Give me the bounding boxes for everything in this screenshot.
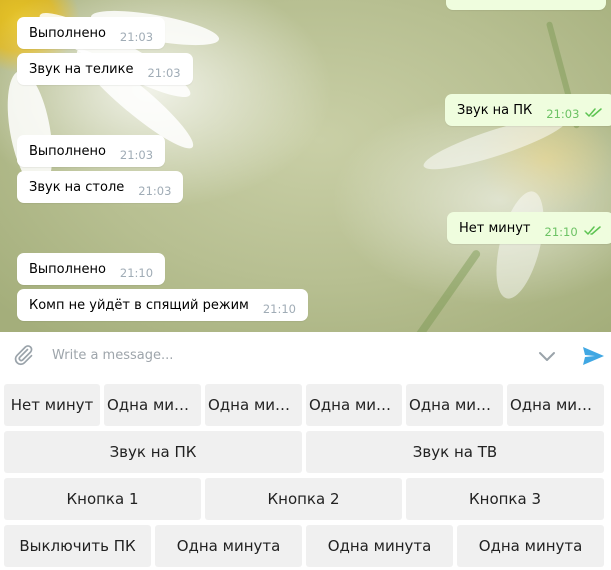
wallpaper-petal bbox=[487, 186, 553, 304]
keyboard-button[interactable]: Нет минут bbox=[4, 384, 100, 426]
message-bubble-outgoing[interactable]: Звук на ПК 21:03 bbox=[445, 94, 611, 126]
message-time: 21:03 bbox=[147, 66, 181, 80]
message-bubble-incoming[interactable]: Звук на телике 21:03 bbox=[17, 53, 193, 85]
message-bubble-incoming[interactable]: Выполнено 21:03 bbox=[17, 17, 166, 49]
keyboard-button-label: Звук на ПК bbox=[109, 443, 197, 461]
keyboard-button-label: Одна минута bbox=[208, 396, 302, 414]
keyboard-button-label: Выключить ПК bbox=[19, 537, 136, 555]
message-bubble-outgoing-partial bbox=[446, 0, 606, 10]
chevron-down-icon[interactable] bbox=[536, 345, 558, 367]
message-bubble-incoming[interactable]: Комп не уйдёт в спящий режим 21:10 bbox=[17, 289, 308, 321]
message-text: Выполнено bbox=[29, 25, 106, 41]
message-time: 21:03 bbox=[546, 107, 580, 121]
keyboard-button-label: Одна минута bbox=[478, 537, 583, 555]
message-text: Выполнено bbox=[29, 261, 106, 277]
keyboard-button[interactable]: Одна минута bbox=[507, 384, 604, 426]
keyboard-button[interactable]: Одна минута bbox=[306, 525, 453, 567]
message-time: 21:10 bbox=[544, 225, 578, 239]
keyboard-button-label: Одна минута bbox=[176, 537, 281, 555]
keyboard-button[interactable]: Одна минута bbox=[306, 384, 402, 426]
keyboard-button-label: Нет минут bbox=[10, 396, 94, 414]
message-bubble-outgoing[interactable]: Нет минут 21:10 bbox=[447, 212, 611, 244]
keyboard-button[interactable]: Одна минута bbox=[457, 525, 604, 567]
keyboard-button-label: Одна минута bbox=[327, 537, 432, 555]
message-text: Комп не уйдёт в спящий режим bbox=[29, 297, 249, 313]
message-time: 21:03 bbox=[119, 148, 154, 162]
keyboard-button[interactable]: Кнопка 2 bbox=[205, 478, 402, 520]
keyboard-button[interactable]: Кнопка 3 bbox=[406, 478, 604, 520]
keyboard-button-label: Звук на ТВ bbox=[412, 443, 498, 461]
message-time: 21:10 bbox=[119, 266, 154, 280]
message-time: 21:03 bbox=[119, 30, 154, 44]
message-text: Звук на телике bbox=[29, 61, 134, 77]
message-bubble-incoming[interactable]: Выполнено 21:03 bbox=[17, 135, 166, 167]
double-check-icon bbox=[585, 107, 603, 122]
keyboard-button[interactable]: Одна минута bbox=[104, 384, 201, 426]
keyboard-button-label: Одна минута bbox=[409, 396, 503, 414]
keyboard-button-label: Одна минута bbox=[309, 396, 402, 414]
message-time: 21:10 bbox=[262, 302, 296, 316]
message-text: Звук на столе bbox=[29, 179, 125, 195]
keyboard-button[interactable]: Одна минута bbox=[155, 525, 302, 567]
keyboard-button-label: Одна минута bbox=[510, 396, 604, 414]
keyboard-button[interactable]: Выключить ПК bbox=[4, 525, 151, 567]
keyboard-button-label: Одна минута bbox=[107, 396, 201, 414]
message-composer bbox=[0, 332, 611, 378]
keyboard-button-label: Кнопка 3 bbox=[468, 490, 541, 508]
keyboard-button-label: Кнопка 1 bbox=[66, 490, 139, 508]
double-check-icon bbox=[583, 225, 602, 240]
keyboard-button-label: Кнопка 2 bbox=[267, 490, 340, 508]
message-text: Звук на ПК bbox=[457, 102, 533, 118]
paperclip-icon[interactable] bbox=[11, 343, 35, 367]
message-text: Выполнено bbox=[29, 143, 106, 159]
keyboard-button[interactable]: Одна минута bbox=[406, 384, 503, 426]
send-arrow-icon[interactable] bbox=[580, 343, 606, 369]
keyboard-button[interactable]: Кнопка 1 bbox=[4, 478, 201, 520]
message-bubble-incoming[interactable]: Звук на столе 21:03 bbox=[17, 171, 184, 203]
keyboard-button[interactable]: Звук на ПК bbox=[4, 431, 302, 473]
message-bubble-incoming[interactable]: Выполнено 21:10 bbox=[17, 253, 166, 285]
keyboard-button[interactable]: Одна минута bbox=[205, 384, 302, 426]
message-text: Нет минут bbox=[459, 220, 531, 236]
chat-history[interactable]: Выполнено 21:03 Звук на телике 21:03 Зву… bbox=[0, 0, 611, 332]
message-input[interactable] bbox=[52, 344, 512, 366]
wallpaper-stem bbox=[406, 248, 482, 332]
message-time: 21:03 bbox=[138, 184, 172, 198]
bot-keyboard: Нет минут Одна минута Одна минута Одна м… bbox=[0, 380, 611, 570]
keyboard-button[interactable]: Звук на ТВ bbox=[306, 431, 604, 473]
